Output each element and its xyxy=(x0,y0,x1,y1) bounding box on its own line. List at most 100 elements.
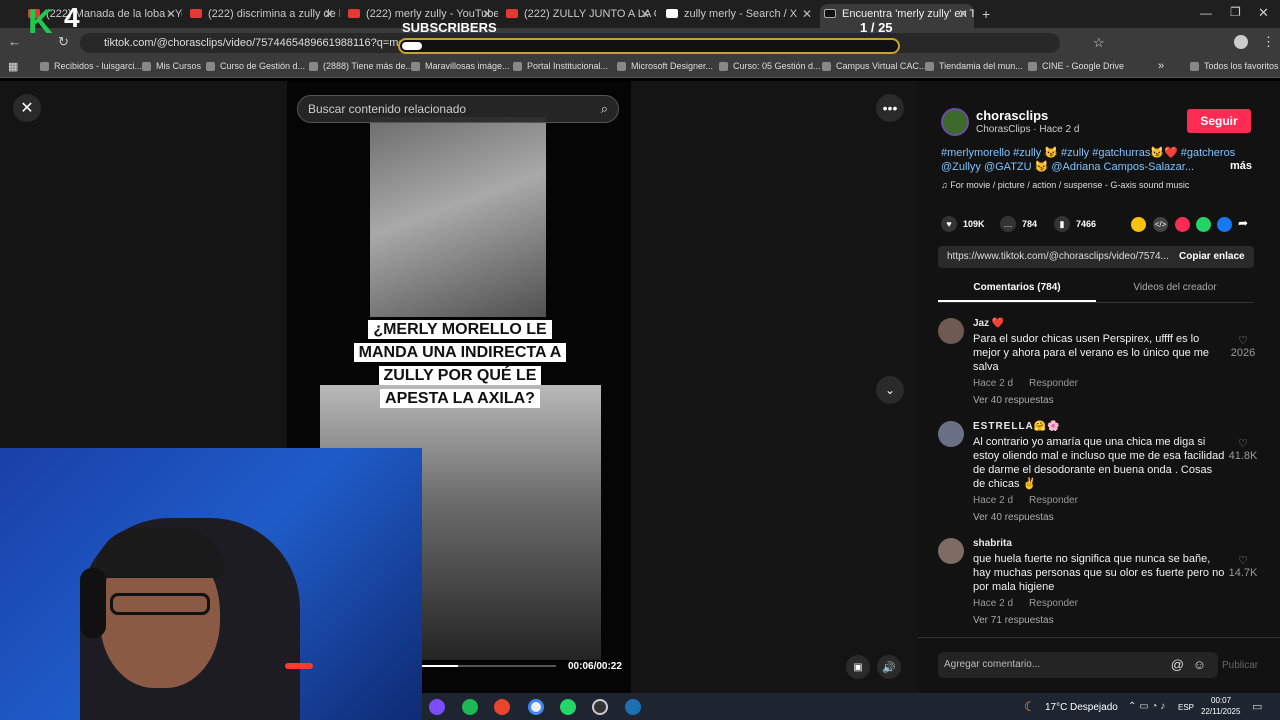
bookmark-item[interactable]: Microsoft Designer... xyxy=(617,61,713,71)
heart-icon[interactable]: ♡ xyxy=(1228,437,1258,450)
browser-tab[interactable]: (222) discrimina a zully de la lo✕ xyxy=(186,4,340,28)
heart-icon[interactable]: ♡ xyxy=(1228,334,1258,347)
music-info[interactable]: ♫ For movie / picture / action / suspens… xyxy=(941,180,1189,190)
bookmark-item[interactable]: Campus Virtual CAC... xyxy=(822,61,926,71)
mention-icon[interactable]: @ xyxy=(1171,652,1184,678)
bookmark-item[interactable]: Maravillosas imáge... xyxy=(411,61,510,71)
video-url[interactable]: https://www.tiktok.com/@chorasclips/vide… xyxy=(947,251,1169,262)
comment-like[interactable]: ♡ 2026 xyxy=(1228,334,1258,359)
reply-button[interactable]: Responder xyxy=(1029,495,1078,506)
reply-button[interactable]: Responder xyxy=(1029,378,1078,389)
close-icon[interactable]: ✕ xyxy=(802,4,812,24)
weather-condition[interactable]: Despejado xyxy=(1070,702,1118,713)
comment-username[interactable]: Jaz ❤️ xyxy=(973,318,1004,329)
view-replies[interactable]: Ver 71 respuestas xyxy=(973,615,1054,626)
embed-icon[interactable]: </> xyxy=(1153,217,1168,232)
weather-temp[interactable]: 17°C xyxy=(1045,702,1067,713)
bookmark-item[interactable]: Curso: 05 Gestión d... xyxy=(719,61,821,71)
bookmark-star-icon[interactable]: ☆ xyxy=(1093,35,1105,51)
whatsapp-icon[interactable] xyxy=(1196,217,1211,232)
bookmark-item[interactable]: CINE - Google Drive xyxy=(1028,61,1124,71)
steam-icon[interactable] xyxy=(625,699,641,715)
pip-icon[interactable]: ▣ xyxy=(846,655,870,679)
bookmark-item[interactable]: Portal Institucional... xyxy=(513,61,608,71)
publish-button[interactable]: Publicar xyxy=(1222,660,1258,671)
obs-icon[interactable] xyxy=(592,699,608,715)
tray-icons[interactable]: ⌃ ▭ ◔ ♪ xyxy=(1128,701,1165,712)
whatsapp-taskbar-icon[interactable] xyxy=(560,699,576,715)
send-icon[interactable] xyxy=(1175,217,1190,232)
tab-label: zully merly - Search / X xyxy=(684,8,798,20)
all-bookmarks[interactable]: Todos los favoritos xyxy=(1190,61,1279,71)
comment-input[interactable]: Agregar comentario... @ ☺ xyxy=(938,652,1218,678)
heart-icon[interactable]: ♡ xyxy=(1228,554,1258,567)
video-progress-track[interactable] xyxy=(422,665,556,667)
restore-icon[interactable]: ❐ xyxy=(1230,5,1241,19)
browser-tab-active[interactable]: Encuentra 'merly zully' en TikTo✕ xyxy=(820,4,974,28)
close-icon[interactable]: ✕ xyxy=(324,4,334,24)
bookmark-item[interactable]: Tiendamia del mun... xyxy=(925,61,1023,71)
creator-name[interactable]: chorasclips xyxy=(976,108,1048,123)
comment-item: ESTRELLA🤗🌸 Al contrario yo amaría que un… xyxy=(938,421,1258,525)
avatar[interactable] xyxy=(938,538,964,564)
volume-icon[interactable]: 🔊 xyxy=(877,655,901,679)
profile-avatar[interactable] xyxy=(1234,35,1248,49)
next-video-button[interactable]: ⌄ xyxy=(876,376,904,404)
browser-tab[interactable]: zully merly - Search / X ✕ xyxy=(662,4,818,28)
comment-like[interactable]: ♡ 41.8K xyxy=(1228,437,1258,462)
reload-icon[interactable]: ↻ xyxy=(58,34,69,50)
bookmarks-bar: ▦ Recibidos - luisgarci... Mis Cursos Cu… xyxy=(0,56,1280,78)
reply-button[interactable]: Responder xyxy=(1029,598,1078,609)
copilot-icon[interactable] xyxy=(429,699,445,715)
like-icon[interactable]: ♥ xyxy=(941,216,957,232)
tab-comments[interactable]: Comentarios (784) xyxy=(938,282,1096,293)
related-search-input[interactable]: Buscar contenido relacionado ⌕ xyxy=(297,95,619,123)
comment-meta: Hace 2 d Responder xyxy=(973,378,1078,389)
avatar[interactable] xyxy=(938,318,964,344)
tab-creator-videos[interactable]: Videos del creador xyxy=(1096,282,1254,293)
apps-icon[interactable]: ▦ xyxy=(8,60,18,73)
view-replies[interactable]: Ver 40 respuestas xyxy=(973,512,1054,523)
bookmark-item[interactable]: (2888) Tiene más de... xyxy=(309,61,413,71)
brave-icon[interactable] xyxy=(494,699,510,715)
view-replies[interactable]: Ver 40 respuestas xyxy=(973,395,1054,406)
clock-date[interactable]: 22/11/2025 xyxy=(1201,707,1240,716)
menu-icon[interactable]: ⋮ xyxy=(1262,34,1275,50)
close-video-button[interactable]: ✕ xyxy=(13,94,41,122)
facebook-icon[interactable] xyxy=(1217,217,1232,232)
comment-icon[interactable]: … xyxy=(1000,216,1016,232)
spotify-icon[interactable] xyxy=(462,699,478,715)
creator-avatar[interactable] xyxy=(941,108,969,136)
comment-like[interactable]: ♡ 14.7K xyxy=(1228,554,1258,579)
bookmark-item[interactable]: Mis Cursos xyxy=(142,61,201,71)
comment-username[interactable]: shabrita xyxy=(973,538,1012,549)
share-coin-icon[interactable] xyxy=(1131,217,1146,232)
bookmark-icon[interactable]: ▮ xyxy=(1054,216,1070,232)
close-icon[interactable]: ✕ xyxy=(640,4,650,24)
video-time: 00:06/00:22 xyxy=(568,661,622,672)
close-icon[interactable]: ✕ xyxy=(166,4,176,24)
bookmark-item[interactable]: Curso de Gestión d... xyxy=(206,61,305,71)
close-window-icon[interactable]: ✕ xyxy=(1258,5,1269,21)
avatar[interactable] xyxy=(938,421,964,447)
new-tab-button[interactable]: + xyxy=(982,6,990,22)
share-arrow-icon[interactable]: ➦ xyxy=(1238,216,1248,230)
bookmarks-overflow-icon[interactable]: » xyxy=(1158,60,1164,72)
minimize-icon[interactable]: — xyxy=(1200,6,1212,20)
chrome-icon[interactable] xyxy=(528,699,544,715)
more-link[interactable]: más xyxy=(1226,160,1253,172)
comment-username[interactable]: ESTRELLA🤗🌸 xyxy=(973,421,1061,432)
bookmark-item[interactable]: Recibidos - luisgarci... xyxy=(40,61,142,71)
clock-time[interactable]: 00:07 xyxy=(1211,696,1231,705)
browser-tab[interactable]: (222) ZULLY JUNTO A LA CHIN✕ xyxy=(502,4,656,28)
more-options-icon[interactable]: ••• xyxy=(876,94,904,122)
language-indicator[interactable]: ESP xyxy=(1178,703,1194,712)
copy-link-button[interactable]: Copiar enlace xyxy=(1179,251,1245,262)
back-icon[interactable]: ← xyxy=(8,34,21,49)
search-icon[interactable]: ⌕ xyxy=(601,96,608,122)
emoji-icon[interactable]: ☺ xyxy=(1193,652,1206,678)
video-hashtags[interactable]: #merlymorello #zully 😼 #zully #gatchurra… xyxy=(941,146,1253,174)
close-icon[interactable]: ✕ xyxy=(958,4,968,24)
notification-icon[interactable]: ▭ xyxy=(1252,700,1262,713)
follow-button[interactable]: Seguir xyxy=(1187,109,1251,133)
